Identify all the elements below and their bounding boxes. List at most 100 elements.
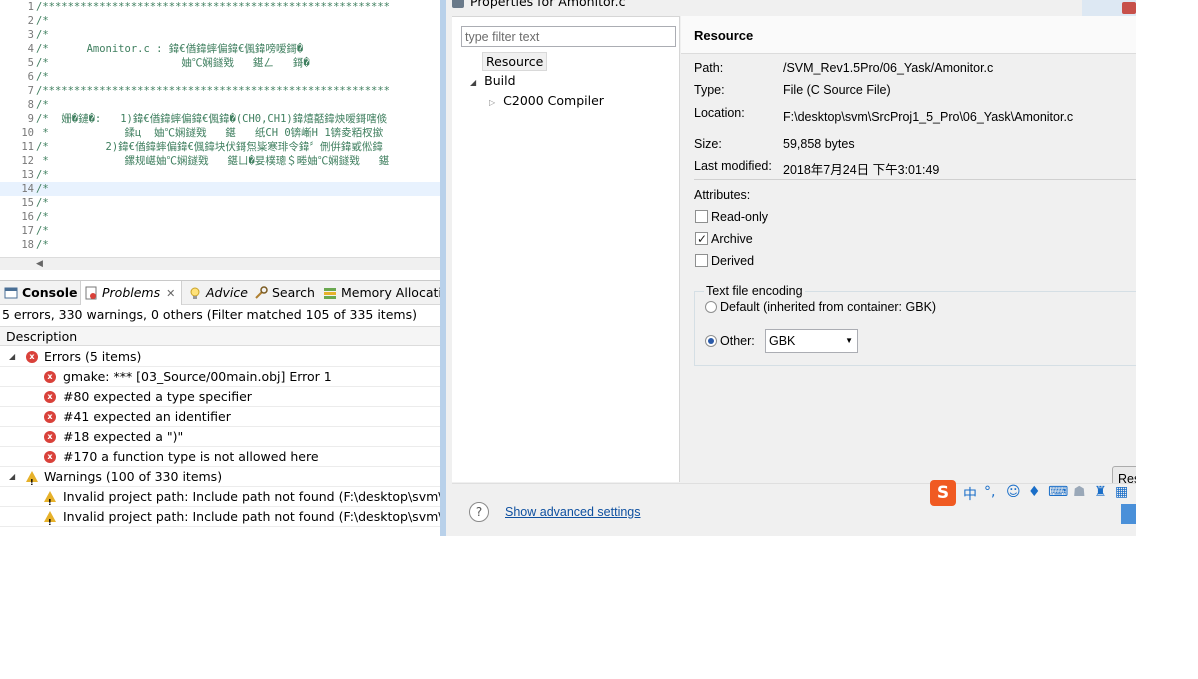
- toolbox-icon[interactable]: ▦: [1115, 484, 1128, 500]
- titlebar-controls: [1082, 0, 1136, 16]
- text-file-encoding-group: Text file encoding Default (inherited fr…: [694, 284, 1136, 366]
- skin-icon[interactable]: ♜: [1094, 484, 1107, 500]
- tree-item-build[interactable]: ◢ Build: [470, 72, 516, 90]
- editor-horizontal-scrollbar[interactable]: ◀: [0, 257, 440, 270]
- encoding-select[interactable]: GBK ▼: [765, 329, 858, 353]
- lightbulb-icon: [190, 287, 200, 299]
- tree-item-c2000-compiler[interactable]: ▷ C2000 Compiler: [489, 92, 604, 110]
- code-line[interactable]: 3/*: [0, 28, 440, 42]
- code-line[interactable]: 14/*: [0, 182, 440, 196]
- close-icon[interactable]: ✕: [166, 287, 175, 300]
- tab-search[interactable]: Search: [254, 281, 315, 305]
- page-heading-label: Resource: [694, 28, 754, 43]
- code-line[interactable]: 16/*: [0, 210, 440, 224]
- expand-arrow-icon[interactable]: ▷: [489, 98, 495, 107]
- punctuation-icon[interactable]: °,: [984, 484, 995, 500]
- expand-triangle-icon[interactable]: ◢: [9, 467, 15, 487]
- properties-dialog: Properties for Amonitor.c Resource ◢ Buil…: [440, 0, 1136, 536]
- warning-icon: [44, 511, 56, 533]
- code-text: /***************************************…: [36, 85, 391, 97]
- keyboard-icon[interactable]: ⌨: [1048, 484, 1068, 500]
- code-line[interactable]: 1/**************************************…: [0, 0, 440, 14]
- ime-logo-icon[interactable]: S: [930, 480, 956, 506]
- error-icon: x: [44, 391, 56, 403]
- user-icon[interactable]: ☗: [1073, 484, 1086, 500]
- problem-description: #18 expected a ")": [63, 429, 184, 444]
- line-number: 11: [21, 141, 34, 153]
- emoji-icon[interactable]: ☺: [1006, 484, 1021, 500]
- errors-group-row[interactable]: ◢ x Errors (5 items): [0, 347, 440, 367]
- tab-console[interactable]: Console: [4, 281, 77, 305]
- code-line[interactable]: 8/*: [0, 98, 440, 112]
- ime-language-toggle[interactable]: 中: [963, 484, 977, 504]
- code-line[interactable]: 13/*: [0, 168, 440, 182]
- code-line[interactable]: 18/*: [0, 238, 440, 252]
- tab-problems-label: Problems: [102, 285, 161, 300]
- code-line[interactable]: 12 * 鏍规嵁妯℃娴鐩戣 鍖ㄩ�妟樸璁＄畻妯℃娴鐩戣 鍖: [0, 154, 440, 168]
- window-close-icon[interactable]: [1122, 2, 1136, 14]
- error-icon: x: [44, 411, 56, 423]
- code-text: /* 2)鍏€偤鍏蟀偏鍏€偑鍏块伏鎶炰粊寒琲令鍏〞侀倂鍏戜倯鍏: [36, 141, 383, 153]
- description-column-header[interactable]: Description: [0, 326, 440, 346]
- line-number: 2: [27, 15, 34, 27]
- code-line[interactable]: 2/*: [0, 14, 440, 28]
- default-encoding-radio[interactable]: Default (inherited from container: GBK): [705, 298, 936, 316]
- collapse-triangle-icon[interactable]: ◢: [470, 78, 476, 87]
- other-encoding-label: Other:: [720, 334, 755, 348]
- problem-row[interactable]: x #18 expected a ")": [0, 427, 440, 447]
- code-text: /* Amonitor.c : 鍏€偤鍏蟀偏鍏€偑鍏嗙嗳鎶�: [36, 43, 304, 55]
- filter-input[interactable]: [461, 26, 676, 47]
- problem-row[interactable]: Invalid project path: Include path not f…: [0, 507, 440, 533]
- problems-icon: [85, 286, 97, 300]
- code-editor[interactable]: 1/**************************************…: [0, 0, 440, 270]
- code-line[interactable]: 9/* 姗�鏈�: 1)鍏€偤鍏蟀偏鍏€偑鍏�(CH0,CH1)鍏熺嚭鍏炴嗳鎶嗐…: [0, 112, 440, 126]
- tab-memory-allocation[interactable]: Memory Allocatio: [323, 281, 440, 305]
- readonly-checkbox[interactable]: Read-only: [695, 208, 768, 226]
- code-line[interactable]: 4/* Amonitor.c : 鍏€偤鍏蟀偏鍏€偑鍏嗙嗳鎶�: [0, 42, 440, 56]
- scroll-left-arrow-icon[interactable]: ◀: [36, 258, 43, 270]
- code-line[interactable]: 6/*: [0, 70, 440, 84]
- warnings-group-row[interactable]: ◢ Warnings (100 of 330 items): [0, 467, 440, 493]
- radio-button-selected[interactable]: [705, 335, 717, 347]
- code-line[interactable]: 7/**************************************…: [0, 84, 440, 98]
- code-text: /*: [36, 239, 49, 251]
- other-encoding-radio[interactable]: Other:: [705, 332, 755, 350]
- dialog-button-edge: [1121, 504, 1136, 524]
- ime-toolbar: S 中 °, ☺ ♦ ⌨ ☗ ♜ ▦: [930, 480, 1136, 506]
- code-line[interactable]: 15/*: [0, 196, 440, 210]
- last-modified-label: Last modified:: [694, 159, 772, 173]
- problem-description: #41 expected an identifier: [63, 409, 231, 424]
- problem-description: Invalid project path: Include path not f…: [63, 509, 440, 524]
- archive-checkbox[interactable]: Archive: [695, 230, 753, 248]
- code-line[interactable]: 11/* 2)鍏€偤鍏蟀偏鍏€偑鍏块伏鎶炰粊寒琲令鍏〞侀倂鍏戜倯鍏: [0, 140, 440, 154]
- derived-checkbox[interactable]: Derived: [695, 252, 754, 270]
- checkbox-box[interactable]: [695, 254, 708, 267]
- code-text: /*: [36, 29, 49, 41]
- checkbox-box-checked[interactable]: [695, 230, 708, 248]
- show-advanced-settings-link[interactable]: Show advanced settings: [505, 505, 641, 519]
- microphone-icon[interactable]: ♦: [1028, 484, 1041, 500]
- radio-button[interactable]: [705, 301, 717, 313]
- problem-row[interactable]: Invalid project path: Include path not f…: [0, 487, 440, 513]
- code-line[interactable]: 5/* 妯℃娴鐩戣 鍖ㄥ 鎶�: [0, 56, 440, 70]
- problem-row[interactable]: x gmake: *** [03_Source/00main.obj] Erro…: [0, 367, 440, 387]
- problem-row[interactable]: x #41 expected an identifier: [0, 407, 440, 427]
- tab-advice[interactable]: Advice: [188, 281, 248, 305]
- tab-problems[interactable]: Problems ✕: [80, 281, 183, 305]
- window-icon: [452, 0, 464, 8]
- code-line[interactable]: 17/*: [0, 224, 440, 238]
- checkbox-box[interactable]: [695, 210, 708, 223]
- encoding-select-value: GBK: [769, 334, 796, 348]
- dialog-title-text: Properties for Amonitor.c: [470, 0, 626, 9]
- path-value: /SVM_Rev1.5Pro/06_Yask/Amonitor.c: [783, 61, 994, 75]
- help-icon[interactable]: ?: [469, 502, 489, 522]
- expand-triangle-icon[interactable]: ◢: [9, 347, 15, 367]
- chevron-down-icon: ▼: [845, 336, 853, 345]
- type-label: Type:: [694, 83, 725, 97]
- problem-row[interactable]: x #170 a function type is not allowed he…: [0, 447, 440, 467]
- code-line[interactable]: 10 * 鍒ц 妯℃娴鐩戣 鍖 纸CH 0锛嶃H 1锛夌粨杈撳: [0, 126, 440, 140]
- error-icon: x: [26, 351, 38, 363]
- tree-item-resource[interactable]: Resource: [482, 52, 548, 71]
- problem-row[interactable]: x #80 expected a type specifier: [0, 387, 440, 407]
- error-icon: x: [44, 371, 56, 383]
